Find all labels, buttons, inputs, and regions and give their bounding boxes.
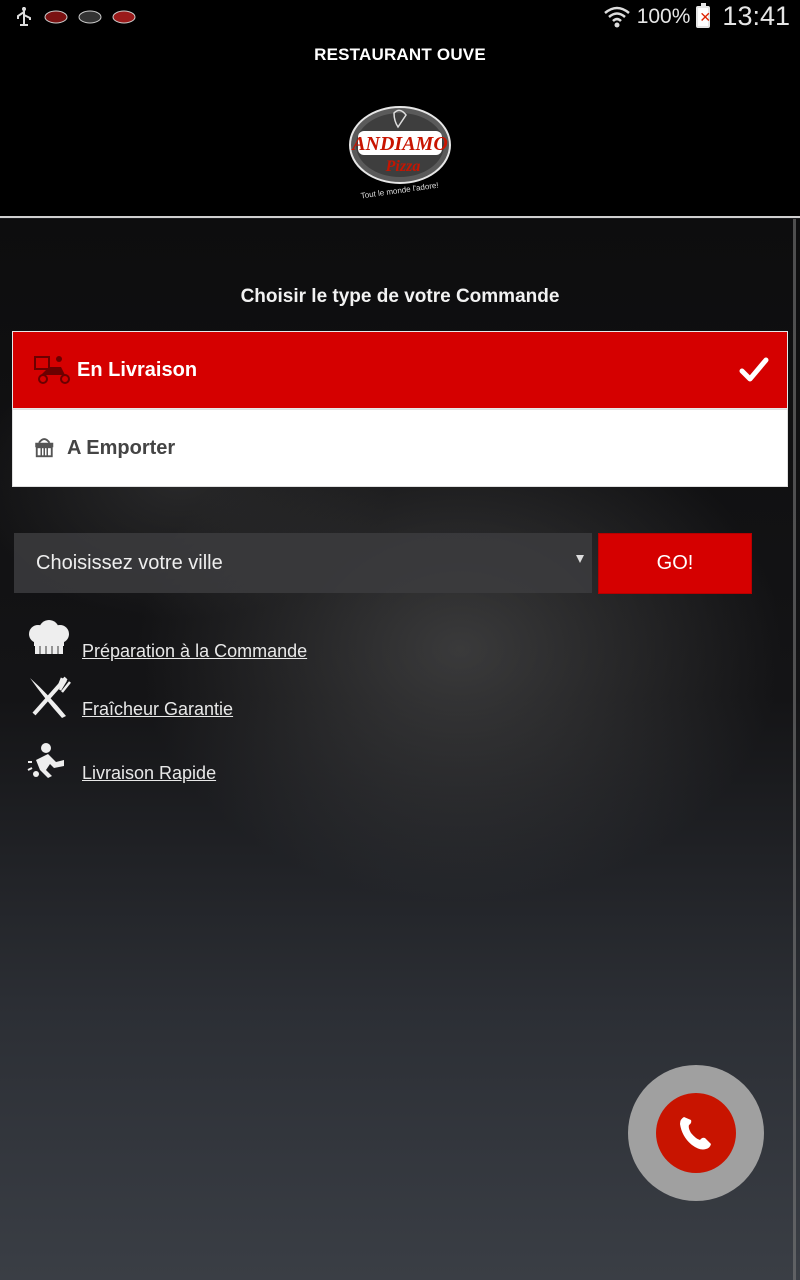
feature-freshness[interactable]: Fraîcheur Garantie	[26, 676, 233, 720]
go-button[interactable]: GO!	[598, 533, 752, 594]
logo-text-sub: Pizza	[385, 158, 421, 175]
city-select-placeholder: Choisissez votre ville	[36, 551, 223, 574]
delivery-runner-icon	[27, 743, 64, 778]
option-takeaway[interactable]: A Emporter	[12, 409, 788, 487]
chef-hat-icon	[29, 620, 69, 654]
feature-fast-delivery[interactable]: Livraison Rapide	[26, 740, 216, 784]
notification-icons	[0, 6, 136, 28]
app-notification-icon	[78, 10, 102, 23]
wifi-icon	[603, 6, 630, 27]
usb-icon	[17, 6, 31, 26]
basket-icon	[35, 438, 54, 458]
app-notification-icon	[112, 10, 136, 23]
feature-freshness-label[interactable]: Fraîcheur Garantie	[82, 699, 233, 720]
option-takeaway-label: A Emporter	[67, 436, 176, 459]
order-type-title: Choisir le type de votre Commande	[240, 286, 560, 307]
phone-icon	[680, 1117, 711, 1150]
dropdown-arrow-icon	[576, 555, 584, 563]
app-notification-icon	[44, 10, 68, 23]
feature-preparation-label[interactable]: Préparation à la Commande	[82, 641, 307, 662]
call-button[interactable]	[656, 1093, 736, 1173]
logo-text-main: ANDIAMO	[350, 133, 448, 155]
call-button-container[interactable]	[628, 1065, 764, 1201]
app-header: RESTAURANT OUVE ANDIAMO Pizza Tout le mo…	[0, 33, 800, 218]
city-select[interactable]: Choisissez votre ville	[14, 533, 592, 593]
delivery-scooter-icon	[34, 356, 70, 384]
scrollbar[interactable]	[793, 219, 796, 1280]
clock: 13:41	[722, 1, 790, 31]
feature-fast-delivery-label[interactable]: Livraison Rapide	[82, 763, 216, 784]
check-icon	[739, 357, 769, 382]
battery-percentage: 100%	[636, 4, 691, 28]
option-delivery[interactable]: En Livraison	[12, 331, 788, 409]
status-bar: 100% ✕ 13:41	[0, 0, 800, 33]
restaurant-status-title: RESTAURANT OUVE	[314, 45, 486, 64]
option-delivery-label: En Livraison	[77, 358, 198, 381]
fork-knife-icon	[30, 676, 71, 718]
feature-preparation[interactable]: Préparation à la Commande	[26, 618, 307, 662]
battery-icon: ✕	[696, 2, 711, 28]
andiamo-pizza-logo[interactable]: ANDIAMO Pizza Tout le monde l'adore!	[348, 105, 452, 205]
